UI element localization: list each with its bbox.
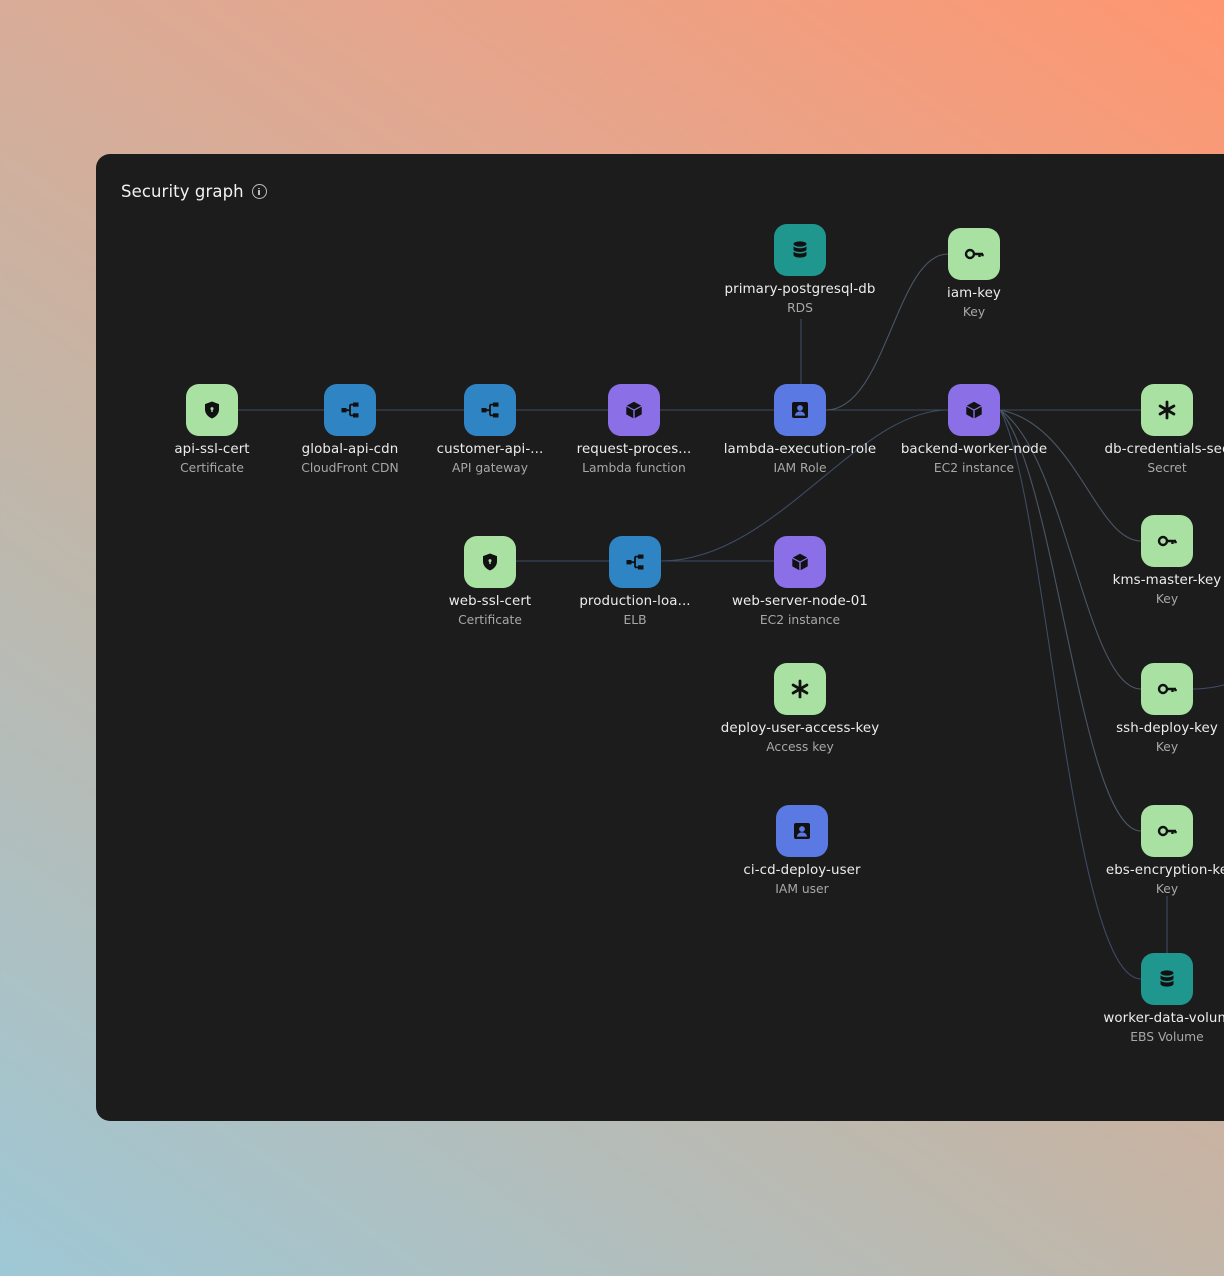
node-tile [186, 384, 238, 436]
node-type: EBS Volume [1130, 1030, 1204, 1044]
node-tile [464, 384, 516, 436]
node-backend-worker-node[interactable]: backend-worker-node EC2 instance [874, 384, 1074, 475]
node-name: deploy-user-access-key [720, 721, 880, 736]
key-icon [1157, 535, 1178, 547]
node-tile [324, 384, 376, 436]
node-deploy-user-access-key[interactable]: deploy-user-access-key Access key [700, 663, 900, 754]
node-type: Key [1155, 592, 1179, 606]
key-icon [1157, 825, 1178, 837]
node-primary-postgresql-db[interactable]: primary-postgresql-db RDS [700, 224, 900, 315]
node-tile [609, 536, 661, 588]
node-tile [1141, 515, 1193, 567]
node-tile [776, 805, 828, 857]
node-name: kms-master-key [1112, 573, 1222, 588]
node-tile [774, 224, 826, 276]
node-name: db-credentials-sec [1104, 442, 1224, 457]
user-badge-icon [792, 402, 808, 418]
node-type: Access key [766, 740, 834, 754]
node-tile [608, 384, 660, 436]
node-name: web-server-node-01 [732, 594, 868, 609]
node-tile [1141, 805, 1193, 857]
node-kms-master-key[interactable]: kms-master-key Key [1067, 515, 1224, 606]
node-type: Secret [1147, 461, 1187, 475]
node-type: Key [1155, 882, 1179, 896]
node-tile [774, 384, 826, 436]
node-name: ssh-deploy-key [1116, 721, 1218, 736]
node-type: IAM user [775, 882, 829, 896]
key-icon [1157, 683, 1178, 695]
node-type: Key [1155, 740, 1179, 754]
asterisk-icon [791, 679, 809, 699]
node-name: ci-cd-deploy-user [743, 863, 861, 878]
node-iam-key[interactable]: iam-key Key [874, 228, 1074, 319]
node-tile [948, 384, 1000, 436]
network-icon [625, 553, 645, 571]
cube-icon [966, 401, 982, 419]
node-type: RDS [787, 301, 813, 315]
node-ebs-encryption-ke[interactable]: ebs-encryption-ke Key [1067, 805, 1224, 896]
network-icon [340, 401, 360, 419]
database-icon [1160, 970, 1174, 987]
node-name: worker-data-volum [1103, 1011, 1224, 1026]
node-ci-cd-deploy-user[interactable]: ci-cd-deploy-user IAM user [702, 805, 902, 896]
node-web-server-node-01[interactable]: web-server-node-01 EC2 instance [700, 536, 900, 627]
node-db-credentials-sec[interactable]: db-credentials-sec Secret [1067, 384, 1224, 475]
node-type: IAM Role [773, 461, 827, 475]
cube-icon [792, 553, 808, 571]
node-tile [1141, 953, 1193, 1005]
node-tile [774, 536, 826, 588]
node-type: EC2 instance [759, 613, 841, 627]
shield-icon [483, 553, 497, 571]
security-graph-panel: Security graph primary-postgresql-db RDS… [96, 154, 1224, 1121]
node-tile [464, 536, 516, 588]
node-tile [948, 228, 1000, 280]
node-tile [1141, 663, 1193, 715]
node-worker-data-volum[interactable]: worker-data-volum EBS Volume [1067, 953, 1224, 1044]
node-name: primary-postgresql-db [724, 282, 876, 297]
cube-icon [626, 401, 642, 419]
network-icon [480, 401, 500, 419]
node-ssh-deploy-key[interactable]: ssh-deploy-key Key [1067, 663, 1224, 754]
node-tile [1141, 384, 1193, 436]
asterisk-icon [1158, 400, 1176, 420]
key-icon [964, 248, 985, 260]
node-name: lambda-execution-role [723, 442, 877, 457]
user-badge-icon [794, 823, 810, 839]
node-lambda-execution-role[interactable]: lambda-execution-role IAM Role [700, 384, 900, 475]
node-type: EC2 instance [933, 461, 1015, 475]
node-name: ebs-encryption-ke [1105, 863, 1224, 878]
node-name: backend-worker-node [900, 442, 1048, 457]
node-tile [774, 663, 826, 715]
node-type: Key [962, 305, 986, 319]
database-icon [793, 241, 807, 258]
node-name: iam-key [947, 286, 1001, 301]
shield-icon [205, 401, 219, 419]
